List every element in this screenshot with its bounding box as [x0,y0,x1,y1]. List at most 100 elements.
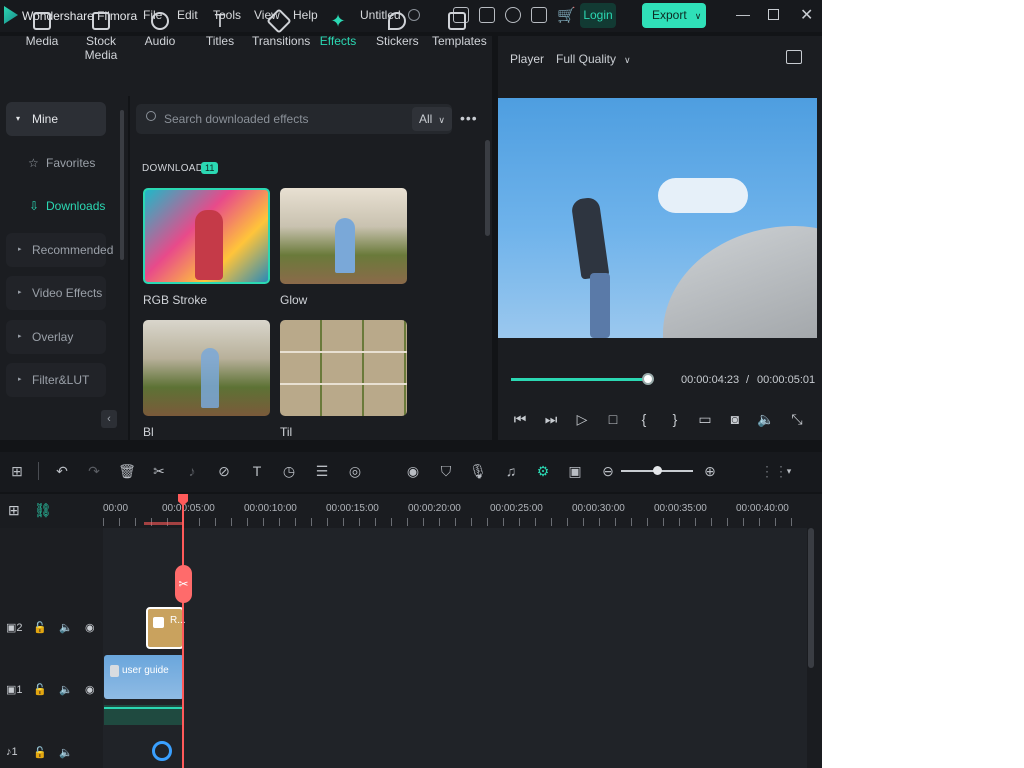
tab-label: Stickers [376,34,419,48]
speed-icon[interactable]: ◷ [280,462,298,480]
adjust-icon[interactable]: ☰ [313,462,331,480]
star-icon: ☆ [28,156,39,170]
volume-icon[interactable]: 🔈 [757,410,775,428]
text-icon[interactable]: T [248,462,266,480]
close-icon[interactable]: ✕ [800,5,813,25]
video-track-icon: ▣ [6,622,17,634]
effect-thumb-rgb-stroke[interactable] [143,188,270,284]
playhead[interactable] [182,494,184,768]
more-options-icon[interactable]: ••• [460,110,478,126]
eye-icon[interactable]: ◉ [85,621,95,634]
mark-in-icon[interactable]: { [635,410,653,428]
person-figure [195,210,223,280]
grid-icon[interactable]: ⊞ [8,462,26,480]
sidebar-item-recommended[interactable]: ▸ Recommended [6,233,113,267]
sidebar-item-mine[interactable]: ▾ Mine [6,102,106,136]
quality-dropdown[interactable]: Full Quality ∨ [556,52,631,66]
play-icon[interactable]: ▷ [573,410,591,428]
export-button[interactable]: Export ∨ [642,3,706,28]
link-icon[interactable]: ⛓ [34,502,52,519]
sidebar-item-filter-lut[interactable]: ▸ Filter&LUT [6,363,106,397]
snapshot-image-icon[interactable] [786,50,802,64]
zoom-slider-handle[interactable] [653,466,662,475]
microphone-icon[interactable]: 🎙 [469,462,487,480]
maximize-icon[interactable] [768,9,779,20]
time-separator: / [746,374,750,386]
delete-icon[interactable]: 🗑 [118,462,136,480]
sidebar-scrollbar[interactable] [120,110,124,260]
render-icon[interactable]: ◉ [404,462,422,480]
filter-dropdown[interactable]: All ∨ [412,107,452,131]
next-frame-icon[interactable]: ⏭ [542,410,560,428]
lock-icon[interactable]: 🔓 [33,621,47,634]
effect-label-blur: Bl [143,425,154,439]
ai-icon[interactable]: ◎ [346,462,364,480]
effects-icon: ✦ [330,11,346,31]
cloud-icon[interactable] [505,7,521,23]
lock-icon[interactable]: 🔓 [33,746,47,759]
snap-icon[interactable]: ⚙ [534,462,552,480]
caret-down-icon[interactable]: ▾ [780,462,798,480]
mark-out-icon[interactable]: } [666,410,684,428]
drag-handle-icon[interactable]: ⋮⋮ [760,462,788,480]
add-track-icon[interactable]: ⊞ [8,502,20,519]
effect-clip[interactable]: R... [146,607,186,649]
tick-label: 00:00:40:00 [736,503,789,514]
sidebar-item-video-effects[interactable]: ▸ Video Effects [6,276,106,310]
track-number: 1 [16,684,23,696]
sidebar-item-downloads[interactable]: ⇩ Downloads [20,189,120,223]
tab-label: Transitions [252,34,311,48]
split-icon[interactable]: ✂ [150,462,168,480]
zoom-out-icon[interactable]: ⊖ [599,462,617,480]
tab-titles[interactable]: T Titles [200,0,240,60]
effect-thumb-glow[interactable] [280,188,407,284]
mute-icon[interactable]: 🔈 [59,621,73,634]
sidebar-item-overlay[interactable]: ▸ Overlay [6,320,106,354]
previous-frame-icon[interactable]: ⏮ [511,410,529,428]
menu-edit[interactable]: Edit [177,8,198,22]
tab-media[interactable]: Media [20,0,64,60]
login-button[interactable]: Login [580,3,616,28]
mute-icon[interactable]: 🔈 [59,683,73,696]
lock-icon[interactable]: 🔓 [33,683,47,696]
zoom-in-icon[interactable]: ⊕ [701,462,719,480]
tab-label: Media [25,34,59,48]
mute-icon[interactable]: 🔈 [59,746,73,759]
display-icon[interactable]: ▭ [696,410,714,428]
audio-record-icon[interactable] [152,741,172,761]
pip-icon[interactable]: ▣ [566,462,584,480]
eye-icon[interactable]: ◉ [85,683,95,696]
track-number: 2 [16,622,23,634]
tab-transitions[interactable]: Transitions [252,0,310,60]
effect-thumb-blur[interactable] [143,320,270,416]
camera-icon[interactable]: ◙ [726,410,744,428]
track-header-video-2: ▣2 [6,621,23,634]
tab-stickers[interactable]: Stickers [376,0,419,60]
tracks-area[interactable] [103,528,807,768]
sidebar-item-favorites[interactable]: ☆ Favorites [20,146,120,180]
split-at-playhead-button[interactable]: ✂ [175,565,192,603]
music-list-icon[interactable]: ♫ [502,462,520,480]
video-clip[interactable]: user guide [104,655,184,699]
stop-icon[interactable]: □ [604,410,622,428]
undo-icon[interactable]: ↶ [53,462,71,480]
redo-icon[interactable]: ↷ [85,462,103,480]
apps-icon[interactable] [531,7,547,23]
timeline-scrollbar[interactable] [808,528,814,668]
tab-templates[interactable]: Templates [432,0,487,60]
tab-stock-media[interactable]: Stock Media [72,0,130,62]
fullscreen-icon[interactable]: ⤡ [788,410,806,428]
search-input[interactable]: Search downloaded effects [136,104,452,134]
tag-icon[interactable]: ⊘ [215,462,233,480]
cart-icon[interactable]: 🛒 [557,6,576,24]
marker-icon[interactable]: ⛉ [437,462,455,480]
minimize-icon[interactable]: — [736,6,750,22]
collapse-sidebar-icon[interactable]: ‹ [101,410,117,428]
audio-split-icon[interactable]: ♪ [183,462,201,480]
tab-audio[interactable]: Audio [140,0,180,60]
effects-scrollbar[interactable] [485,140,490,236]
tab-effects[interactable]: ✦ Effects [318,0,358,60]
video-preview[interactable] [498,98,817,338]
video-clip-label: user guide [122,665,169,676]
effect-thumb-tile[interactable] [280,320,407,416]
